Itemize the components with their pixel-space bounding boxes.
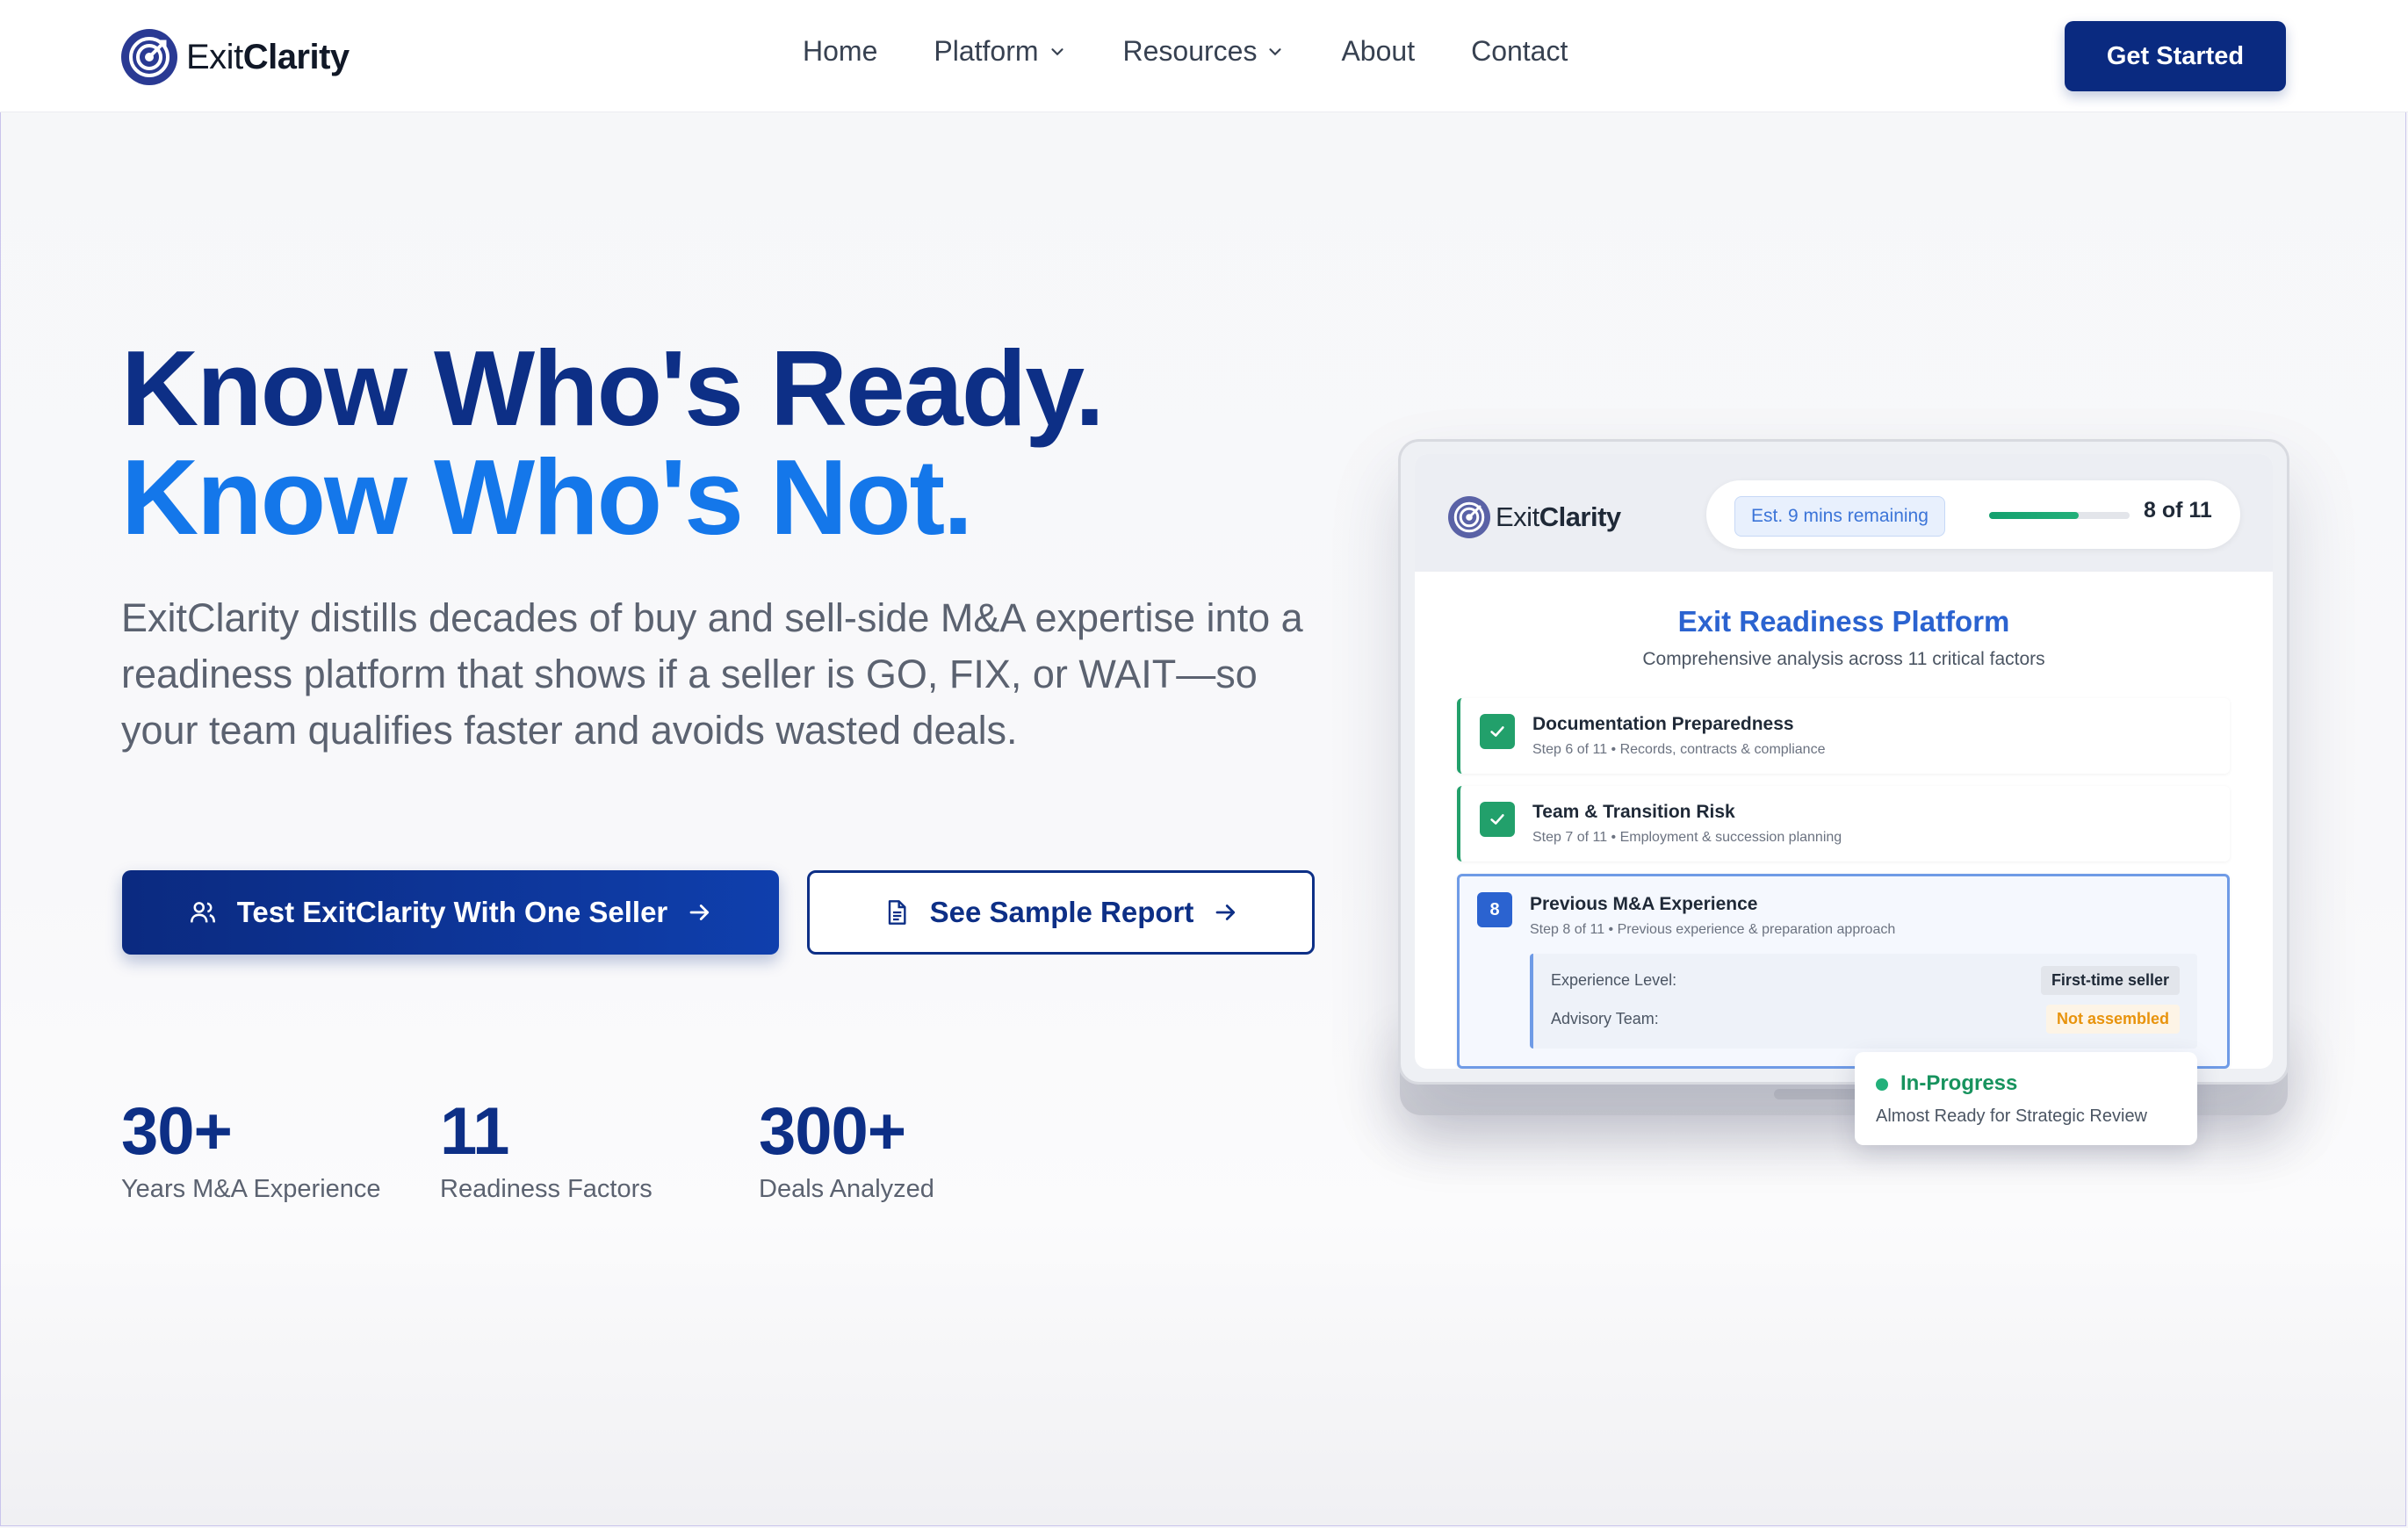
stat-label: Years M&A Experience [121, 1175, 381, 1203]
test-seller-button[interactable]: Test ExitClarity With One Seller [122, 870, 779, 955]
checkmark-icon [1480, 802, 1515, 837]
detail-label: Experience Level: [1551, 971, 1677, 989]
step-team-transition[interactable]: Team & Transition Risk Step 7 of 11 • Em… [1457, 786, 2230, 861]
sample-report-button[interactable]: See Sample Report [807, 870, 1315, 955]
test-seller-label: Test ExitClarity With One Seller [236, 896, 668, 928]
laptop-mockup: ExitClarity Est. 9 mins remaining 8 of 1… [1398, 439, 2289, 1085]
step-title: Previous M&A Experience [1530, 894, 1758, 914]
mockup-brand-name: ExitClarity [1496, 501, 1621, 532]
top-navbar: ExitClarity Home Platform Resources Abou… [0, 0, 2408, 112]
hero-description: ExitClarity distills decades of buy and … [121, 595, 1303, 753]
stat-value: 11 [440, 1094, 509, 1169]
status-title: In-Progress [1900, 1071, 2018, 1095]
progress-pill: Est. 9 mins remaining 8 of 11 [1706, 480, 2240, 549]
hero-title: Know Who's Ready. Know Who's Not. [121, 328, 1105, 557]
stat-value: 300+ [759, 1094, 906, 1169]
status-dot-icon [1876, 1078, 1888, 1091]
step-documentation[interactable]: Documentation Preparedness Step 6 of 11 … [1457, 698, 2230, 774]
arrow-right-icon [1216, 905, 1236, 920]
nav-links: Home Platform Resources About Contact [803, 35, 1624, 68]
stat-factors: 11 Readiness Factors [440, 1093, 652, 1204]
chevron-down-icon [1269, 47, 1282, 55]
progress-bar-fill [1989, 512, 2080, 519]
nav-contact[interactable]: Contact [1471, 35, 1568, 68]
brand-name: ExitClarity [186, 37, 350, 76]
document-icon [888, 900, 906, 925]
detail-experience-level: Experience Level: First-time seller [1551, 966, 2180, 995]
step-subtitle: Step 7 of 11 • Employment & succession p… [1532, 830, 1842, 845]
step-title: Team & Transition Risk [1532, 802, 1735, 822]
time-remaining-badge: Est. 9 mins remaining [1734, 496, 1945, 537]
nav-home[interactable]: Home [803, 35, 877, 68]
target-logo-icon [121, 29, 177, 85]
nav-platform[interactable]: Platform [934, 35, 1066, 68]
stat-deals: 300+ Deals Analyzed [759, 1093, 934, 1204]
users-icon [190, 902, 215, 923]
status-card: In-Progress Almost Ready for Strategic R… [1855, 1052, 2197, 1145]
step-subtitle: Step 6 of 11 • Records, contracts & comp… [1532, 742, 1826, 757]
panel-title: Exit Readiness Platform [1677, 605, 2010, 638]
get-started-button[interactable]: Get Started [2065, 21, 2286, 91]
stat-label: Readiness Factors [440, 1175, 652, 1203]
stat-label: Deals Analyzed [759, 1175, 934, 1203]
chevron-down-icon [1050, 47, 1063, 55]
mockup-screen: ExitClarity Est. 9 mins remaining 8 of 1… [1415, 454, 2273, 1069]
step-subtitle: Step 8 of 11 • Previous experience & pre… [1530, 922, 1896, 937]
step-details: Experience Level: First-time seller Advi… [1530, 954, 2197, 1049]
target-logo-icon [1448, 496, 1490, 538]
progress-count: 8 of 11 [2144, 498, 2212, 523]
mockup-header: ExitClarity Est. 9 mins remaining 8 of 1… [1415, 454, 2273, 572]
panel-subtitle: Comprehensive analysis across 11 critica… [1642, 649, 2045, 669]
arrow-right-icon [689, 905, 710, 920]
brand-logo[interactable]: ExitClarity [121, 26, 350, 88]
progress-bar [1989, 512, 2130, 519]
detail-advisory-team: Advisory Team: Not assembled [1551, 1005, 2180, 1034]
step-number-badge: 8 [1477, 892, 1512, 927]
detail-warning-tag: Not assembled [2045, 1005, 2180, 1034]
detail-value-tag: First-time seller [2040, 966, 2180, 995]
nav-resources[interactable]: Resources [1123, 35, 1286, 68]
nav-about[interactable]: About [1341, 35, 1415, 68]
step-previous-ma[interactable]: 8 Previous M&A Experience Step 8 of 11 •… [1457, 874, 2230, 1069]
checkmark-icon [1480, 714, 1515, 749]
detail-label: Advisory Team: [1551, 1010, 1659, 1027]
sample-report-label: See Sample Report [929, 896, 1194, 928]
stat-experience: 30+ Years M&A Experience [121, 1093, 381, 1204]
mockup-brand: ExitClarity [1448, 496, 1621, 538]
hero-title-line2: Know Who's Not. [121, 437, 973, 557]
hero-title-line1: Know Who's Ready. [121, 328, 1105, 448]
stat-value: 30+ [121, 1094, 233, 1169]
step-title: Documentation Preparedness [1532, 714, 1794, 734]
status-subtitle: Almost Ready for Strategic Review [1876, 1106, 2148, 1126]
